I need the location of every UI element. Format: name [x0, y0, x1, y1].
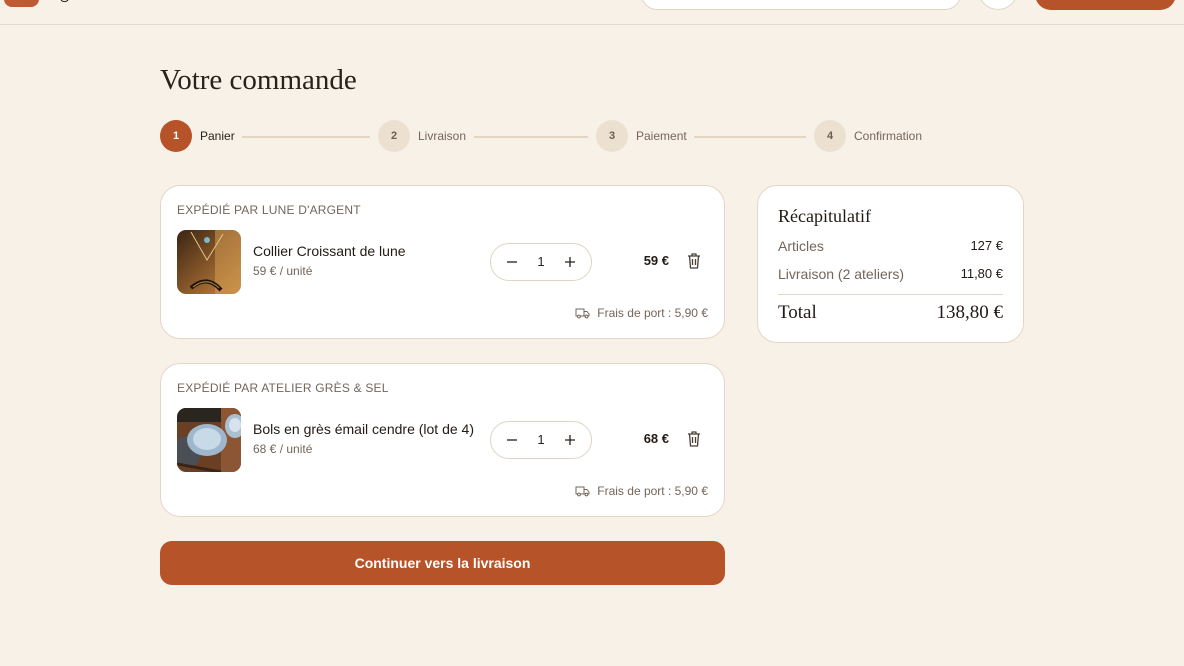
step-label: Paiement [636, 129, 687, 143]
step-paiement[interactable]: 3 Paiement [596, 120, 687, 152]
step-label: Confirmation [854, 129, 923, 143]
shop-order-card: Expédié par Lune d'Argent Collier Croiss… [160, 185, 725, 339]
step-number: 2 [378, 120, 410, 152]
quantity-value[interactable]: 1 [529, 244, 553, 280]
step-number: 3 [596, 120, 628, 152]
logo-icon[interactable] [4, 0, 39, 7]
step-connector [474, 136, 588, 138]
unit-price: 59 € / unité [253, 264, 313, 278]
summary-total-label: Total [778, 302, 817, 323]
minus-icon [507, 439, 517, 441]
product-thumbnail[interactable] [177, 230, 241, 294]
line-total: 59 € [643, 253, 669, 268]
trash-icon [688, 253, 700, 269]
product-name[interactable]: Collier Croissant de lune [253, 243, 406, 259]
step-number: 4 [814, 120, 846, 152]
logo-wordmark-fragment [60, 0, 69, 2]
product-name[interactable]: Bols en grès émail cendre (lot de 4) [253, 421, 474, 437]
summary-title: Récapitulatif [778, 206, 871, 226]
search-input[interactable] [641, 0, 961, 10]
shop-name: Expédié par Lune d'Argent [177, 203, 361, 217]
step-number: 1 [160, 120, 192, 152]
summary-row-articles: Articles 127 € [778, 238, 1003, 254]
quantity-stepper: 1 [490, 243, 592, 281]
step-label: Panier [200, 129, 235, 143]
trash-icon [688, 431, 700, 447]
plus-icon [565, 257, 575, 267]
shop-order-card: Expédié par Atelier Grès & Sel Bols en g… [160, 363, 725, 517]
shop-name: Expédié par Atelier Grès & Sel [177, 381, 389, 395]
summary-row-value: 127 € [970, 238, 1003, 253]
shipping-cost: Frais de port : 5,90 € [575, 306, 708, 320]
shipping-cost: Frais de port : 5,90 € [575, 484, 708, 498]
product-thumbnail[interactable] [177, 408, 241, 472]
step-label: Livraison [418, 129, 467, 143]
necklace-image [177, 230, 241, 294]
summary-divider [778, 294, 1003, 295]
increase-quantity-button[interactable] [551, 244, 589, 280]
truck-icon [575, 486, 590, 497]
shipping-cost-text: Frais de port : 5,90 € [597, 306, 708, 320]
decrease-quantity-button[interactable] [493, 422, 531, 458]
summary-total-value: 138,80 € [936, 302, 1004, 323]
step-livraison[interactable]: 2 Livraison [378, 120, 466, 152]
increase-quantity-button[interactable] [551, 422, 589, 458]
checkout-stepper: 1 Panier 2 Livraison 3 Paiement 4 Confir… [160, 120, 930, 154]
page-title: Votre commande [160, 64, 357, 96]
step-connector [242, 136, 370, 138]
step-confirmation[interactable]: 4 Confirmation [814, 120, 922, 152]
unit-price: 68 € / unité [253, 442, 313, 456]
plus-icon [565, 435, 575, 445]
account-button[interactable] [978, 0, 1018, 10]
step-panier[interactable]: 1 Panier [160, 120, 235, 152]
top-navigation-bar [0, 0, 1184, 25]
remove-item-button[interactable] [682, 427, 706, 451]
remove-item-button[interactable] [682, 249, 706, 273]
continue-to-delivery-button[interactable]: Continuer vers la livraison [160, 541, 725, 585]
summary-row-shipping: Livraison (2 ateliers) 11,80 € [778, 266, 1003, 282]
summary-row-value: 11,80 € [960, 266, 1003, 281]
quantity-value[interactable]: 1 [529, 422, 553, 458]
step-connector [694, 136, 806, 138]
summary-row-label: Livraison (2 ateliers) [778, 266, 905, 282]
header-action-button[interactable] [1035, 0, 1176, 10]
bowls-image [177, 408, 241, 472]
truck-icon [575, 308, 590, 319]
line-total: 68 € [643, 431, 669, 446]
order-summary-card: Récapitulatif Articles 127 € Livraison (… [757, 185, 1024, 343]
shipping-cost-text: Frais de port : 5,90 € [597, 484, 708, 498]
quantity-stepper: 1 [490, 421, 592, 459]
summary-row-label: Articles [778, 238, 824, 254]
minus-icon [507, 261, 517, 263]
summary-total: Total 138,80 € [778, 302, 1003, 324]
decrease-quantity-button[interactable] [493, 244, 531, 280]
